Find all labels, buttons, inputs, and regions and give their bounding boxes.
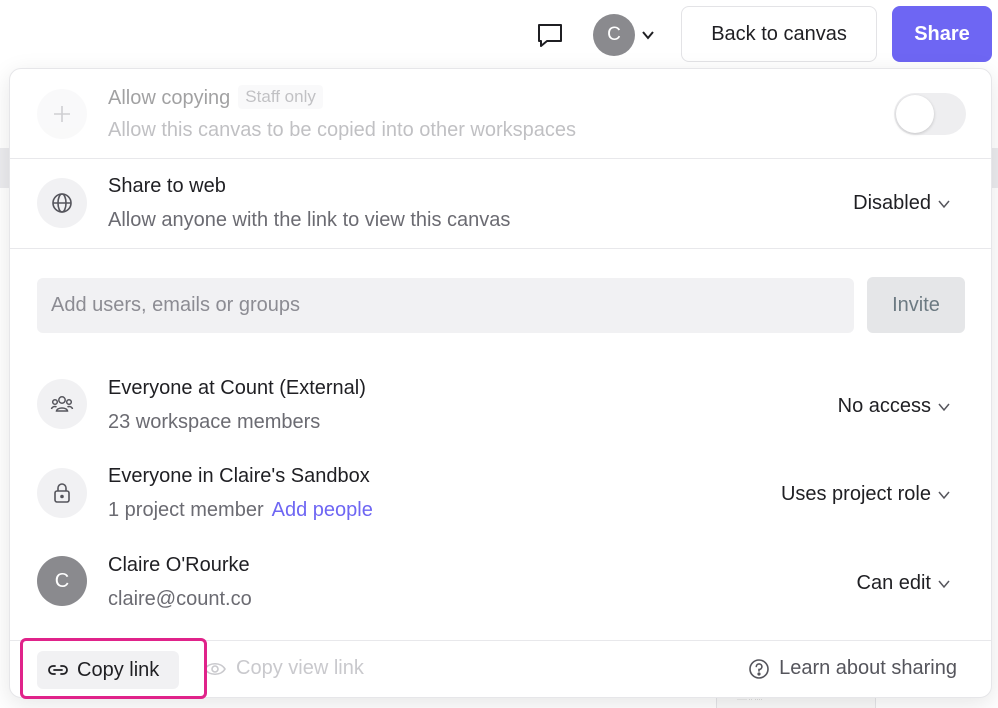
member-role-dropdown[interactable]: No access	[838, 395, 951, 418]
learn-about-sharing-label: Learn about sharing	[779, 657, 957, 679]
share-to-web-row: Share to web Allow anyone with the link …	[10, 159, 991, 248]
invite-button[interactable]: Invite	[867, 277, 965, 333]
invite-input[interactable]	[37, 278, 854, 333]
add-people-link[interactable]: Add people	[272, 499, 373, 521]
member-subtitle: 23 workspace members	[108, 411, 321, 433]
member-subtitle-line: 1 project member Add people	[108, 499, 373, 522]
member-title: Claire O'Rourke	[108, 554, 250, 576]
copy-view-link-button[interactable]: Copy view link	[204, 657, 364, 680]
member-role: Uses project role	[780, 483, 931, 505]
eye-icon	[204, 662, 226, 675]
member-role: No access	[837, 395, 931, 417]
comments-button[interactable]	[532, 18, 568, 52]
member-title: Everyone in Claire's Sandbox	[108, 465, 370, 487]
learn-about-sharing-link[interactable]: Learn about sharing	[748, 657, 957, 680]
member-subtitle: 1 project member	[108, 499, 264, 521]
globe-icon	[37, 178, 87, 228]
lock-icon	[37, 468, 87, 518]
allow-copying-toggle[interactable]	[894, 93, 966, 135]
link-icon	[48, 665, 68, 675]
share-to-web-value: Disabled	[853, 192, 931, 214]
member-row: C Claire O'Rourke claire@count.co Can ed…	[10, 546, 991, 626]
avatar: C	[37, 556, 87, 606]
allow-copying-subtitle: Allow this canvas to be copied into othe…	[108, 119, 577, 141]
member-role: Can edit	[856, 572, 932, 594]
chevron-down-icon[interactable]	[639, 26, 657, 44]
user-avatar[interactable]: C	[593, 14, 635, 56]
share-to-web-dropdown[interactable]: Disabled	[853, 192, 951, 215]
chevron-down-icon	[938, 580, 950, 588]
avatar-initial: C	[54, 569, 70, 592]
group-icon	[37, 379, 87, 429]
staff-only-badge: Staff only	[238, 85, 323, 109]
comment-icon	[538, 24, 562, 47]
member-row: Everyone at Count (External) 23 workspac…	[10, 369, 991, 449]
divider	[10, 640, 991, 641]
chevron-down-icon	[938, 403, 950, 411]
member-role-dropdown[interactable]: Uses project role	[781, 483, 951, 506]
chevron-down-icon	[938, 491, 950, 499]
share-button[interactable]: Share	[892, 6, 992, 62]
copy-link-label: Copy link	[77, 658, 160, 681]
allow-copying-row: Allow copying Staff only Allow this canva…	[10, 69, 991, 158]
copy-view-link-label: Copy view link	[236, 657, 364, 679]
member-title: Everyone at Count (External)	[108, 377, 366, 399]
plus-icon	[37, 89, 87, 139]
share-to-web-title: Share to web	[108, 175, 226, 197]
member-subtitle: claire@count.co	[108, 588, 252, 610]
share-panel: Allow copying Staff only Allow this canva…	[9, 68, 992, 698]
top-bar: C Back to canvas Share	[0, 0, 998, 68]
toggle-knob	[896, 95, 934, 133]
chevron-down-icon	[938, 200, 950, 208]
member-row: Everyone in Claire's Sandbox 1 project m…	[10, 457, 991, 537]
back-to-canvas-button[interactable]: Back to canvas	[681, 6, 877, 62]
help-icon	[749, 658, 769, 679]
avatar-initial: C	[607, 24, 621, 45]
divider	[10, 248, 991, 249]
copy-link-button[interactable]: Copy link	[37, 651, 179, 689]
allow-copying-title: Allow copying	[108, 87, 231, 109]
member-role-dropdown[interactable]: Can edit	[857, 572, 952, 595]
share-to-web-subtitle: Allow anyone with the link to view this …	[108, 209, 511, 231]
